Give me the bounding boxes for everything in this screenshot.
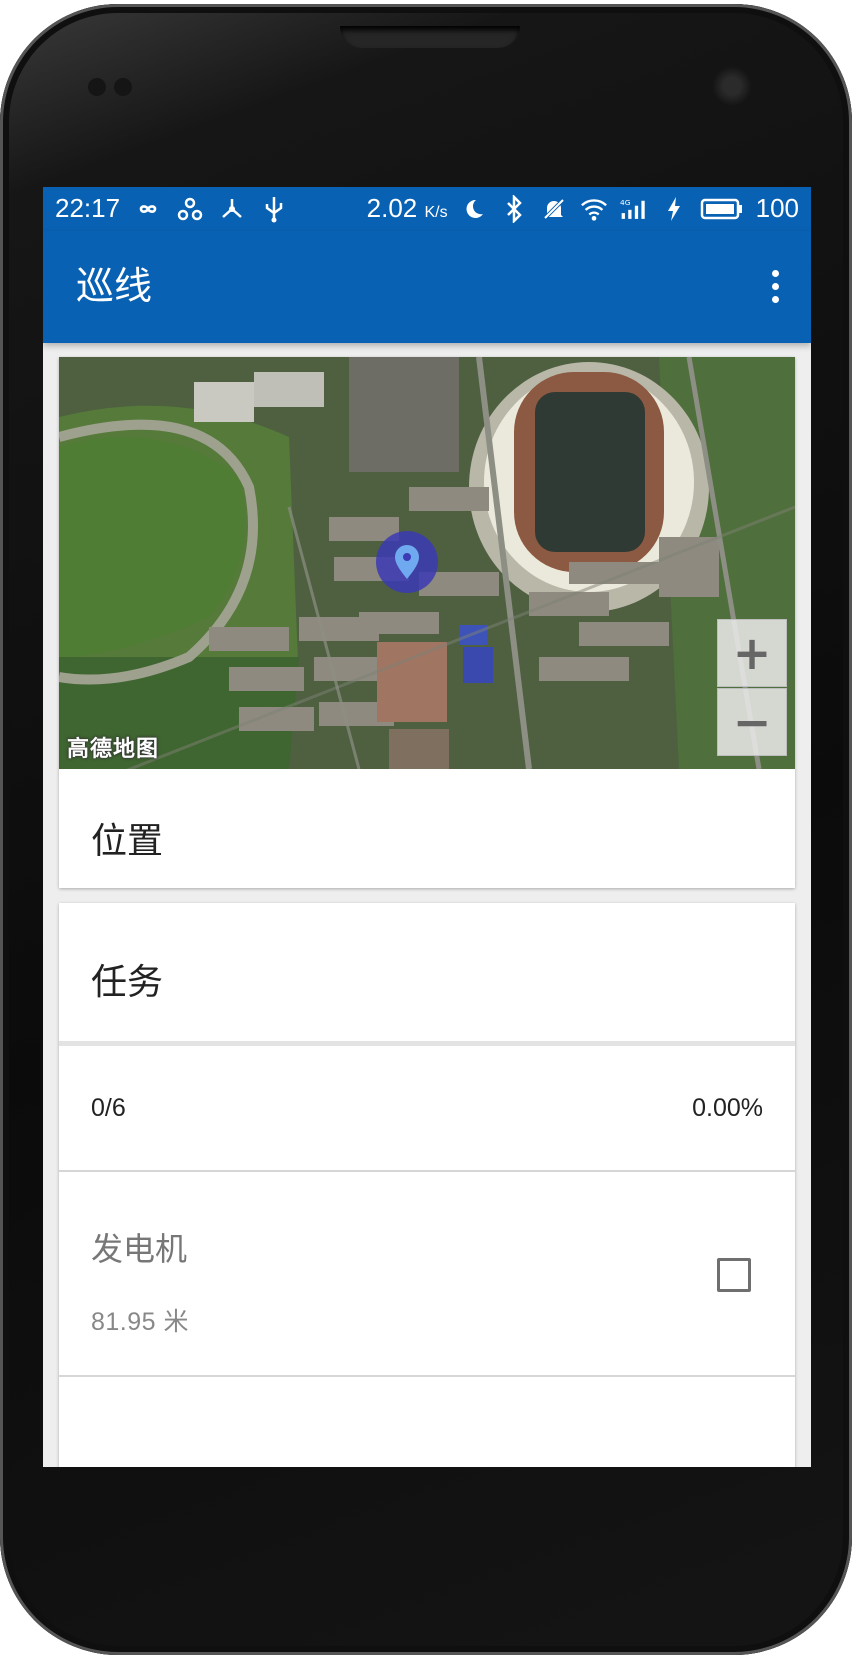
share-icon [176, 195, 204, 223]
task-title: 任务 [91, 962, 164, 1003]
progress-count: 0/6 [91, 1094, 126, 1122]
task-item[interactable]: 发电机 81.95 米 [59, 1172, 795, 1375]
zoom-out-button[interactable]: − [717, 688, 787, 756]
svg-text:4G: 4G [620, 197, 631, 206]
usb-icon [260, 195, 288, 223]
screen: 22:17 2.02 K/s 4G 100 巡线 + − 高德地图 位置 任务 … [43, 187, 811, 1467]
wifi-icon [580, 195, 608, 223]
status-time: 22:17 [55, 193, 121, 223]
network-icon [218, 195, 246, 223]
task-item-name: 发电机 [91, 1230, 188, 1268]
location-card: + − 高德地图 位置 [59, 357, 795, 888]
charging-icon [660, 195, 688, 223]
battery-icon [700, 195, 744, 223]
progress-row: 0/6 0.00% [59, 1046, 795, 1170]
task-card: 任务 0/6 0.00% 发电机 81.95 米 [59, 903, 795, 1467]
battery-level: 100 [755, 193, 799, 223]
divider [59, 1375, 795, 1377]
page-title: 巡线 [76, 264, 153, 308]
satellite-map [59, 357, 795, 769]
map-view[interactable]: + − 高德地图 [59, 357, 795, 769]
muted-bell-icon [540, 195, 568, 223]
network-speed-unit: K/s [424, 204, 448, 221]
speaker-grille [340, 26, 520, 48]
task-item-distance: 81.95 米 [91, 1308, 190, 1336]
task-header: 任务 [59, 903, 795, 1041]
progress-percent: 0.00% [692, 1094, 763, 1122]
zoom-in-button[interactable]: + [717, 619, 787, 687]
app-bar: 巡线 [43, 231, 811, 343]
network-speed: 2.02 K/s [366, 193, 448, 223]
bluetooth-icon [500, 194, 528, 223]
signal-4g-icon: 4G [620, 195, 648, 223]
map-attribution: 高德地图 [67, 737, 160, 762]
sensor-dot [114, 78, 132, 96]
more-vert-icon[interactable] [765, 261, 785, 311]
sensor-dot [88, 78, 106, 96]
front-camera [712, 66, 752, 106]
infinity-icon [134, 195, 162, 223]
task-item-checkbox[interactable] [717, 1258, 751, 1292]
status-bar: 22:17 2.02 K/s 4G 100 [43, 187, 811, 231]
night-mode-icon [460, 195, 488, 223]
location-label: 位置 [91, 821, 164, 862]
